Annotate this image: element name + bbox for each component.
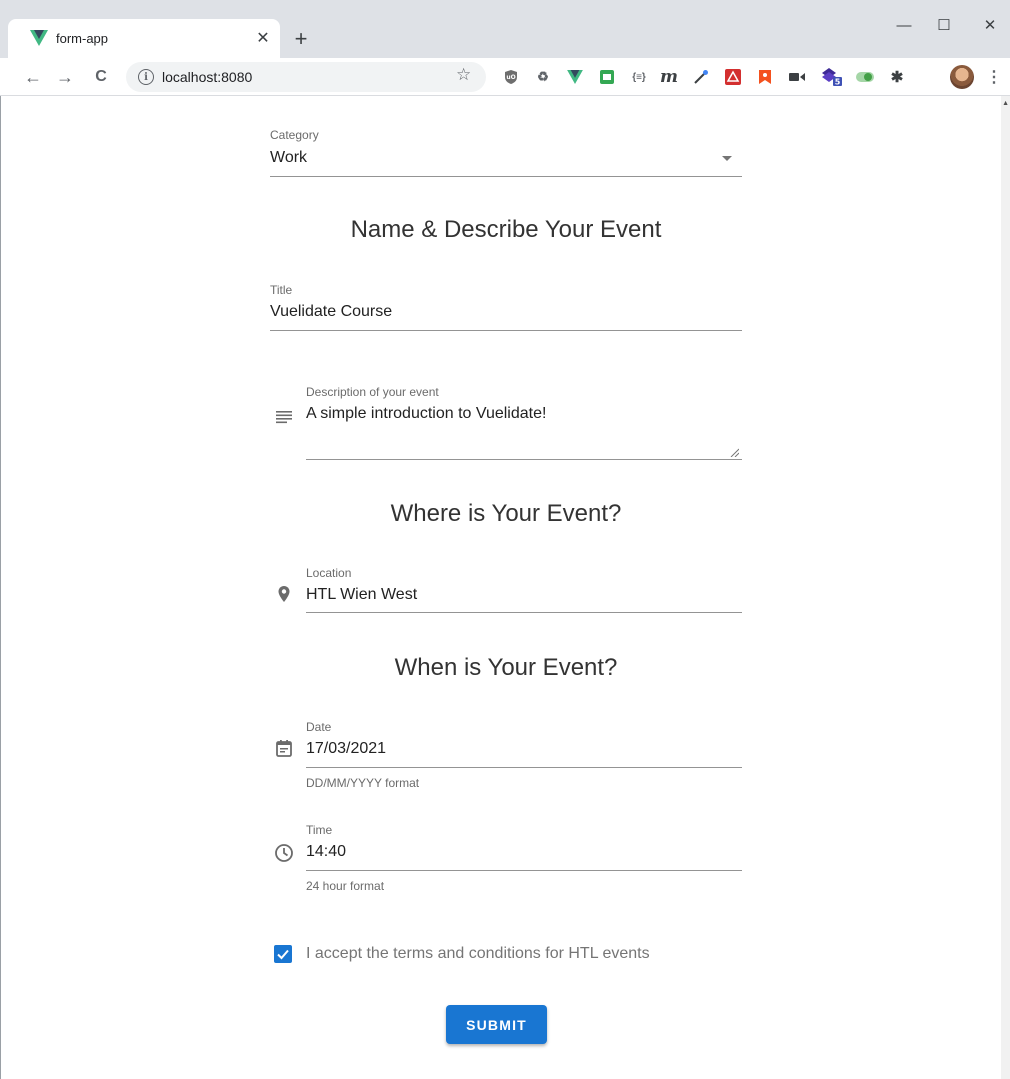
forward-button[interactable]: → [52,64,78,90]
location-label: Location [306,566,352,580]
section-heading-where: Where is Your Event? [390,500,622,527]
location-underline [306,612,742,613]
address-bar[interactable]: i localhost:8080 ☆ [126,62,486,92]
maximize-button[interactable]: ☐ [924,10,964,40]
vue-logo-icon [30,30,48,46]
back-button[interactable]: ← [20,64,46,90]
ublock-origin-icon[interactable]: uO [502,68,520,86]
time-hint: 24 hour format [306,879,385,893]
window-close-button[interactable]: ✕ [970,10,1010,40]
page-left-border [0,96,1,1079]
terms-checkbox[interactable] [274,945,292,963]
recycle-icon[interactable]: ♻ [534,68,552,86]
title-input[interactable]: Vuelidate Course [270,303,392,321]
svg-text:uO: uO [506,74,515,81]
bookmark-star-icon[interactable]: ☆ [456,65,471,85]
stack-icon[interactable]: 5 [820,68,844,87]
json-icon[interactable]: {≡} [630,68,648,86]
category-label: Category [270,128,319,142]
time-input[interactable]: 14:40 [306,843,346,861]
page-viewport: ▲ Category Work Name & Describe Your Eve… [0,96,1010,1079]
info-icon[interactable]: i [138,69,154,85]
browser-tabstrip: form-app ✕ + — ☐ ✕ [0,0,1010,58]
close-tab-icon[interactable]: ✕ [252,27,274,49]
eyedropper-icon[interactable] [692,68,710,86]
notes-icon [276,411,292,424]
checkmark-icon [277,949,289,960]
section-heading-when: When is Your Event? [394,654,618,681]
date-underline [306,767,742,768]
browser-toolbar: ← → C i localhost:8080 ☆ uO ♻ {≡} m 5 ✱ … [0,58,1010,96]
m-icon[interactable]: m [660,67,678,87]
date-hint: DD/MM/YYYY format [306,776,420,790]
toggle-icon[interactable] [856,68,874,86]
vue-devtools-icon[interactable] [566,68,584,86]
printer-icon[interactable] [598,68,616,86]
new-tab-button[interactable]: + [288,26,314,52]
clock-icon [275,844,293,862]
tab-title: form-app [56,31,109,46]
description-underline [306,459,742,460]
date-input[interactable]: 17/03/2021 [306,740,386,758]
video-icon[interactable] [788,68,806,86]
description-textarea[interactable]: A simple introduction to Vuelidate! [306,405,546,423]
location-input[interactable]: HTL Wien West [306,586,417,604]
chevron-down-icon[interactable] [722,156,732,161]
puzzle-icon[interactable]: ✱ [888,68,906,86]
time-label: Time [306,823,333,837]
reload-button[interactable]: C [88,64,114,90]
location-pin-icon [278,586,290,602]
date-label: Date [306,720,332,734]
title-label: Title [270,283,293,297]
title-underline [270,330,742,331]
section-heading-name: Name & Describe Your Event [350,216,662,243]
category-underline [270,176,742,177]
bookmark-icon[interactable] [756,68,774,86]
time-underline [306,870,742,871]
vertical-scrollbar[interactable]: ▲ [1001,96,1010,1079]
browser-tab[interactable]: form-app ✕ [8,19,280,58]
acrobat-icon[interactable] [724,68,742,86]
description-label: Description of your event [306,385,439,399]
scroll-up-arrow-icon[interactable]: ▲ [1002,100,1009,107]
minimize-button[interactable]: — [884,10,924,40]
url-text[interactable]: localhost:8080 [162,69,252,85]
category-value[interactable]: Work [270,149,307,167]
resize-handle-icon[interactable] [730,448,739,457]
browser-menu-icon[interactable]: ⋮ [986,67,1002,87]
calendar-icon [276,740,292,757]
submit-button[interactable]: SUBMIT [446,1005,547,1044]
svg-text:5: 5 [835,78,841,87]
terms-label[interactable]: I accept the terms and conditions for HT… [306,945,650,963]
profile-avatar[interactable] [950,65,974,89]
